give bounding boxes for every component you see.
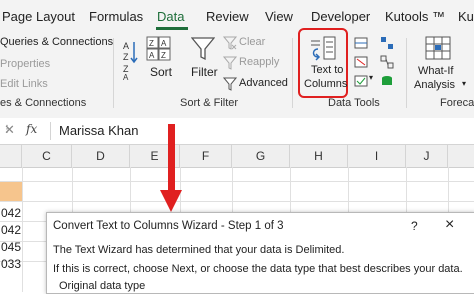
advanced-filter-icon[interactable] xyxy=(223,77,237,91)
group-divider xyxy=(113,38,114,108)
data-validation-dropdown-icon[interactable]: ▾ xyxy=(369,73,373,82)
text-to-columns-label-1[interactable]: Text to xyxy=(311,64,343,76)
red-arrow-annotation xyxy=(160,124,182,212)
formula-bar: ⋮ ✕ fx Marissa Khan xyxy=(0,118,474,145)
filter-button[interactable]: Filter xyxy=(191,65,218,79)
tab-review[interactable]: Review xyxy=(206,9,249,24)
selected-cell[interactable] xyxy=(0,181,22,201)
tab-data[interactable]: Data xyxy=(157,9,184,24)
active-tab-indicator xyxy=(156,27,188,30)
formula-bar-divider xyxy=(50,122,51,140)
svg-text:Z: Z xyxy=(123,52,129,62)
clear-button[interactable]: Clear xyxy=(239,36,265,48)
sort-button[interactable]: Sort xyxy=(150,65,172,79)
dialog-title: Convert Text to Columns Wizard - Step 1 … xyxy=(53,220,284,232)
cancel-icon[interactable]: ✕ xyxy=(4,122,15,138)
filter-funnel-icon[interactable] xyxy=(191,36,215,62)
sort-filter-group-label: Sort & Filter xyxy=(180,97,239,109)
reapply-icon[interactable] xyxy=(223,56,237,70)
cell-value[interactable]: 042 xyxy=(1,223,21,237)
sort-az-icon[interactable]: A Z Z A xyxy=(121,38,139,80)
tab-view[interactable]: View xyxy=(265,9,293,24)
forecast-group-label: Foreca xyxy=(440,97,474,109)
col-line xyxy=(22,167,23,292)
data-tools-group-label: Data Tools xyxy=(328,97,380,109)
clear-filter-icon[interactable] xyxy=(223,36,237,50)
tab-page-layout[interactable]: Page Layout xyxy=(2,9,75,24)
dialog-close-button[interactable]: × xyxy=(445,216,454,234)
group-divider xyxy=(406,38,407,108)
what-if-analysis-icon[interactable] xyxy=(425,36,451,62)
what-if-analysis-label-1[interactable]: What-If xyxy=(418,65,453,77)
column-header-h[interactable]: H xyxy=(290,145,348,167)
column-header-f[interactable]: F xyxy=(180,145,232,167)
tab-kutools-plus[interactable]: Ku xyxy=(458,9,474,24)
tab-formulas[interactable]: Formulas xyxy=(89,9,143,24)
relationships-icon[interactable] xyxy=(380,55,394,69)
sort-icon[interactable]: Z A A Z xyxy=(146,36,172,62)
text-to-columns-icon[interactable] xyxy=(309,35,337,61)
what-if-dropdown-icon[interactable]: ▾ xyxy=(462,79,466,88)
column-header-k[interactable] xyxy=(448,145,474,167)
column-header-d[interactable]: D xyxy=(72,145,130,167)
flash-fill-icon[interactable] xyxy=(354,36,368,50)
text-to-columns-label-2[interactable]: Columns xyxy=(304,78,347,90)
cell-value[interactable]: 045 xyxy=(1,240,21,254)
ribbon: Page Layout Formulas Data Review View De… xyxy=(0,0,474,119)
consolidate-icon[interactable] xyxy=(380,36,394,50)
column-header-c[interactable]: C xyxy=(22,145,72,167)
column-header-i[interactable]: I xyxy=(348,145,406,167)
group-divider xyxy=(292,38,293,108)
queries-connections-button[interactable]: Queries & Connections xyxy=(0,36,113,48)
dialog-help-button[interactable]: ? xyxy=(411,219,418,233)
column-header-g[interactable]: G xyxy=(232,145,290,167)
edit-links-button[interactable]: Edit Links xyxy=(0,78,48,90)
convert-text-wizard-dialog: Convert Text to Columns Wizard - Step 1 … xyxy=(46,212,474,294)
column-header-j[interactable]: J xyxy=(406,145,448,167)
cell-value[interactable]: 033 xyxy=(1,257,21,271)
row-header-corner[interactable] xyxy=(0,145,22,167)
column-header-row: C D E F G H I J xyxy=(0,145,474,168)
svg-text:A: A xyxy=(123,73,129,80)
svg-text:A: A xyxy=(161,39,167,48)
svg-text:A: A xyxy=(149,51,155,60)
remove-duplicates-icon[interactable] xyxy=(354,55,368,69)
original-data-type-label: Original data type xyxy=(59,280,146,292)
cell-value[interactable]: 042 xyxy=(1,206,21,220)
svg-text:Z: Z xyxy=(161,51,166,60)
dialog-line-1: The Text Wizard has determined that your… xyxy=(53,244,345,256)
what-if-analysis-label-2[interactable]: Analysis xyxy=(414,79,455,91)
reapply-button[interactable]: Reapply xyxy=(239,56,279,68)
manage-data-model-icon[interactable] xyxy=(380,74,394,88)
properties-button[interactable]: Properties xyxy=(0,58,50,70)
svg-text:A: A xyxy=(123,41,129,51)
insert-function-button[interactable]: fx xyxy=(26,122,37,136)
tab-kutools[interactable]: Kutools ™ xyxy=(385,9,445,24)
advanced-button[interactable]: Advanced xyxy=(239,77,288,89)
formula-input[interactable]: Marissa Khan xyxy=(59,123,138,138)
queries-group-label: es & Connections xyxy=(0,97,87,109)
tab-developer[interactable]: Developer xyxy=(311,9,370,24)
dialog-line-2: If this is correct, choose Next, or choo… xyxy=(53,263,463,275)
svg-text:Z: Z xyxy=(149,39,154,48)
data-validation-icon[interactable] xyxy=(354,74,368,88)
